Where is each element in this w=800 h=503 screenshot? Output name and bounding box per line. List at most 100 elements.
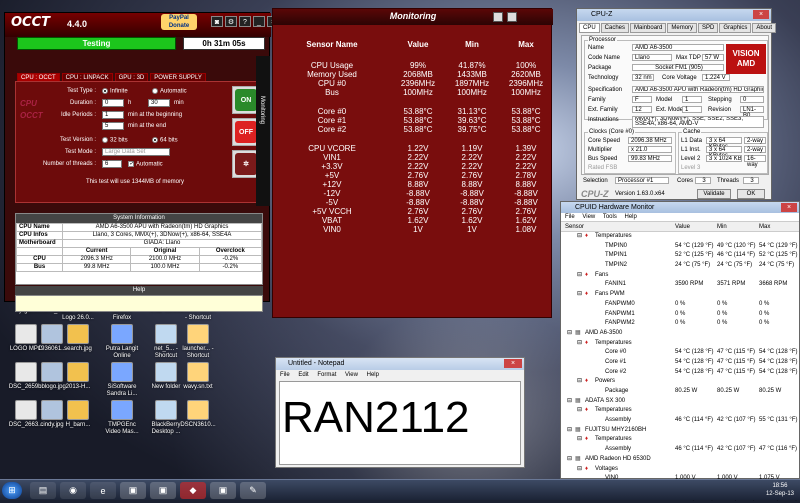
tree-row[interactable]: TMPIN0 54 °C (129 °F) 49 °C (120 °F) 54 °C … [561, 242, 799, 252]
tree-row[interactable]: ⊟ ▦ FUJITSU MHY2160BH [561, 426, 799, 436]
idle-end-input[interactable]: 5 [102, 122, 124, 130]
taskbar-app[interactable]: ▣ [120, 482, 146, 499]
desktop-icon[interactable]: 2013-H... [60, 362, 96, 391]
expand-icon[interactable]: ⊟ [577, 435, 582, 445]
tree-row[interactable]: TMPIN1 52 °C (125 °F) 46 °C (114 °F) 52 °C … [561, 251, 799, 261]
desktop-icon[interactable]: launcher... - Shortcut [180, 324, 216, 360]
help-icon[interactable]: ? [239, 16, 251, 27]
validate-button[interactable]: Validate [697, 189, 731, 199]
tree-row[interactable]: ⊟ ♦ Powers [561, 377, 799, 387]
tree-row[interactable]: FANPWM1 0 % 0 % 0 % [561, 310, 799, 320]
monitoring-side-strip[interactable]: Monitoring [256, 56, 270, 206]
start-button[interactable]: ⊞ [2, 482, 22, 499]
ok-button[interactable]: OK [737, 189, 765, 199]
tree-row[interactable]: FANPWM2 0 % 0 % 0 % [561, 319, 799, 329]
tree-row[interactable]: Assembly 46 °C (114 °F) 42 °C (107 °F) 47 °… [561, 445, 799, 455]
tree-row[interactable]: ⊟ ▦ AMD Radeon HD 6530D [561, 455, 799, 465]
tree-row[interactable]: Assembly 46 °C (114 °F) 42 °C (107 °F) 55 °… [561, 416, 799, 426]
taskbar-occt[interactable]: ◆ [180, 482, 206, 499]
desktop-icon[interactable]: TMPGEnc Video Mas... [104, 400, 140, 436]
menu-tools[interactable]: Tools [603, 214, 617, 220]
selection-dropdown[interactable]: Processor #1 [615, 177, 669, 184]
close-button[interactable]: × [781, 203, 797, 212]
tab-mainboard[interactable]: Mainboard [630, 23, 667, 33]
tab-about[interactable]: About [752, 23, 777, 33]
taskbar-app[interactable]: ▣ [150, 482, 176, 499]
expand-icon[interactable]: ⊟ [567, 426, 572, 436]
tab-graphics[interactable]: Graphics [719, 23, 752, 33]
taskbar-firefox[interactable]: ◉ [60, 482, 86, 499]
tree-row[interactable]: ⊟ ♦ Voltages [561, 465, 799, 475]
tab-caches[interactable]: Caches [600, 23, 630, 33]
tree-row[interactable]: FANPWM0 0 % 0 % 0 % [561, 300, 799, 310]
tab-memory[interactable]: Memory [667, 23, 698, 33]
radio-infinite[interactable]: Infinite [102, 88, 128, 95]
expand-icon[interactable]: ⊟ [577, 465, 582, 475]
threads-input[interactable]: 6 [102, 160, 122, 168]
taskbar-ie[interactable]: e [90, 482, 116, 499]
desktop-icon[interactable]: search.jpg [60, 324, 96, 353]
expand-icon[interactable]: ⊟ [567, 455, 572, 465]
duration-min-input[interactable]: 30 [148, 99, 170, 107]
menu-view[interactable]: View [582, 214, 595, 220]
tree-row[interactable]: ⊟♦ Temperatures [561, 339, 799, 349]
tree-row[interactable]: Core #0 54 °C (128 °F) 47 °C (115 °F) 54 °C… [561, 348, 799, 358]
menu-file[interactable]: File [280, 372, 290, 378]
tree-row[interactable]: ⊟ ▦ ADATA SX 300 [561, 397, 799, 407]
menu-file[interactable]: File [565, 214, 575, 220]
idle-begin-input[interactable]: 1 [102, 111, 124, 119]
threads-automatic-checkbox[interactable]: ✓ Automatic [128, 161, 163, 168]
expand-icon[interactable]: ⊟ [577, 339, 582, 349]
paypal-donate-button[interactable]: PayPal Donate [161, 14, 197, 30]
minimize-button[interactable]: _ [253, 16, 265, 27]
tree-row[interactable]: Core #2 54 °C (128 °F) 47 °C (115 °F) 54 °C… [561, 368, 799, 378]
expand-icon[interactable]: ⊟ [577, 406, 582, 416]
desktop-icon[interactable]: net_5... - Shortcut [148, 324, 184, 360]
expand-icon[interactable]: ⊟ [577, 271, 582, 281]
system-clock[interactable]: 18:56 12-Sep-13 [766, 482, 794, 498]
tab-cpu[interactable]: CPU [579, 23, 600, 33]
desktop-icon[interactable]: wavy.sn.txt [180, 362, 216, 391]
tree-row[interactable]: FANIN1 3590 RPM 3571 RPM 3668 RPM [561, 280, 799, 290]
camera-icon[interactable]: ◙ [211, 16, 223, 27]
tree-row[interactable]: TMPIN2 24 °C (75 °F) 24 °C (75 °F) 24 °C (7… [561, 261, 799, 271]
menu-format[interactable]: Format [317, 372, 336, 378]
tree-row[interactable]: Core #1 54 °C (128 °F) 47 °C (115 °F) 54 °C… [561, 358, 799, 368]
expand-icon[interactable]: ⊟ [577, 377, 582, 387]
radio-automatic[interactable]: Automatic [152, 88, 187, 95]
tab-spd[interactable]: SPD [698, 23, 719, 33]
desktop-icon[interactable]: New folder [148, 362, 184, 391]
close-button[interactable]: × [504, 359, 522, 368]
radio-64bits[interactable]: 64 bits [152, 137, 178, 144]
radio-32bits[interactable]: 32 bits [102, 137, 128, 144]
settings-icon[interactable]: ⚙ [225, 16, 237, 27]
menu-view[interactable]: View [345, 372, 358, 378]
export-icon[interactable] [493, 12, 503, 22]
desktop-icon[interactable]: H_barn... [60, 400, 96, 429]
duration-hours-input[interactable]: 0 [102, 99, 124, 107]
taskbar-explorer[interactable]: ▤ [30, 482, 56, 499]
close-button[interactable]: × [753, 10, 769, 19]
notepad-text-area[interactable]: RAN2112 [279, 381, 521, 465]
test-mode-select[interactable]: Large Data Set [102, 148, 170, 156]
desktop-icon[interactable]: DSCN3610... [180, 400, 216, 429]
expand-icon[interactable]: ⊟ [577, 232, 582, 242]
expand-icon[interactable]: ⊟ [567, 329, 572, 339]
tree-row[interactable]: ⊟ ♦ Fans [561, 271, 799, 281]
menu-help[interactable]: Help [367, 372, 379, 378]
desktop-icon[interactable]: BlackBerry Desktop ... [148, 400, 184, 436]
tree-row[interactable]: ⊟♦ Temperatures [561, 435, 799, 445]
desktop-icon[interactable]: SiSoftware Sandra Li... [104, 362, 140, 398]
menu-edit[interactable]: Edit [298, 372, 308, 378]
tree-row[interactable]: ⊟ ▦ AMD A6-3500 [561, 329, 799, 339]
menu-help[interactable]: Help [625, 214, 637, 220]
desktop-icon[interactable]: Putra Langit Online [104, 324, 140, 360]
tree-row[interactable]: Package 80.25 W 80.25 W 80.25 W [561, 387, 799, 397]
taskbar-app[interactable]: ▣ [210, 482, 236, 499]
expand-icon[interactable]: ⊟ [567, 397, 572, 407]
taskbar-notepad[interactable]: ✎ [240, 482, 266, 499]
copy-icon[interactable] [507, 12, 517, 22]
expand-icon[interactable]: ⊟ [577, 290, 582, 300]
tree-row[interactable]: ⊟♦ Temperatures [561, 232, 799, 242]
tree-row[interactable]: ⊟♦ Temperatures [561, 406, 799, 416]
